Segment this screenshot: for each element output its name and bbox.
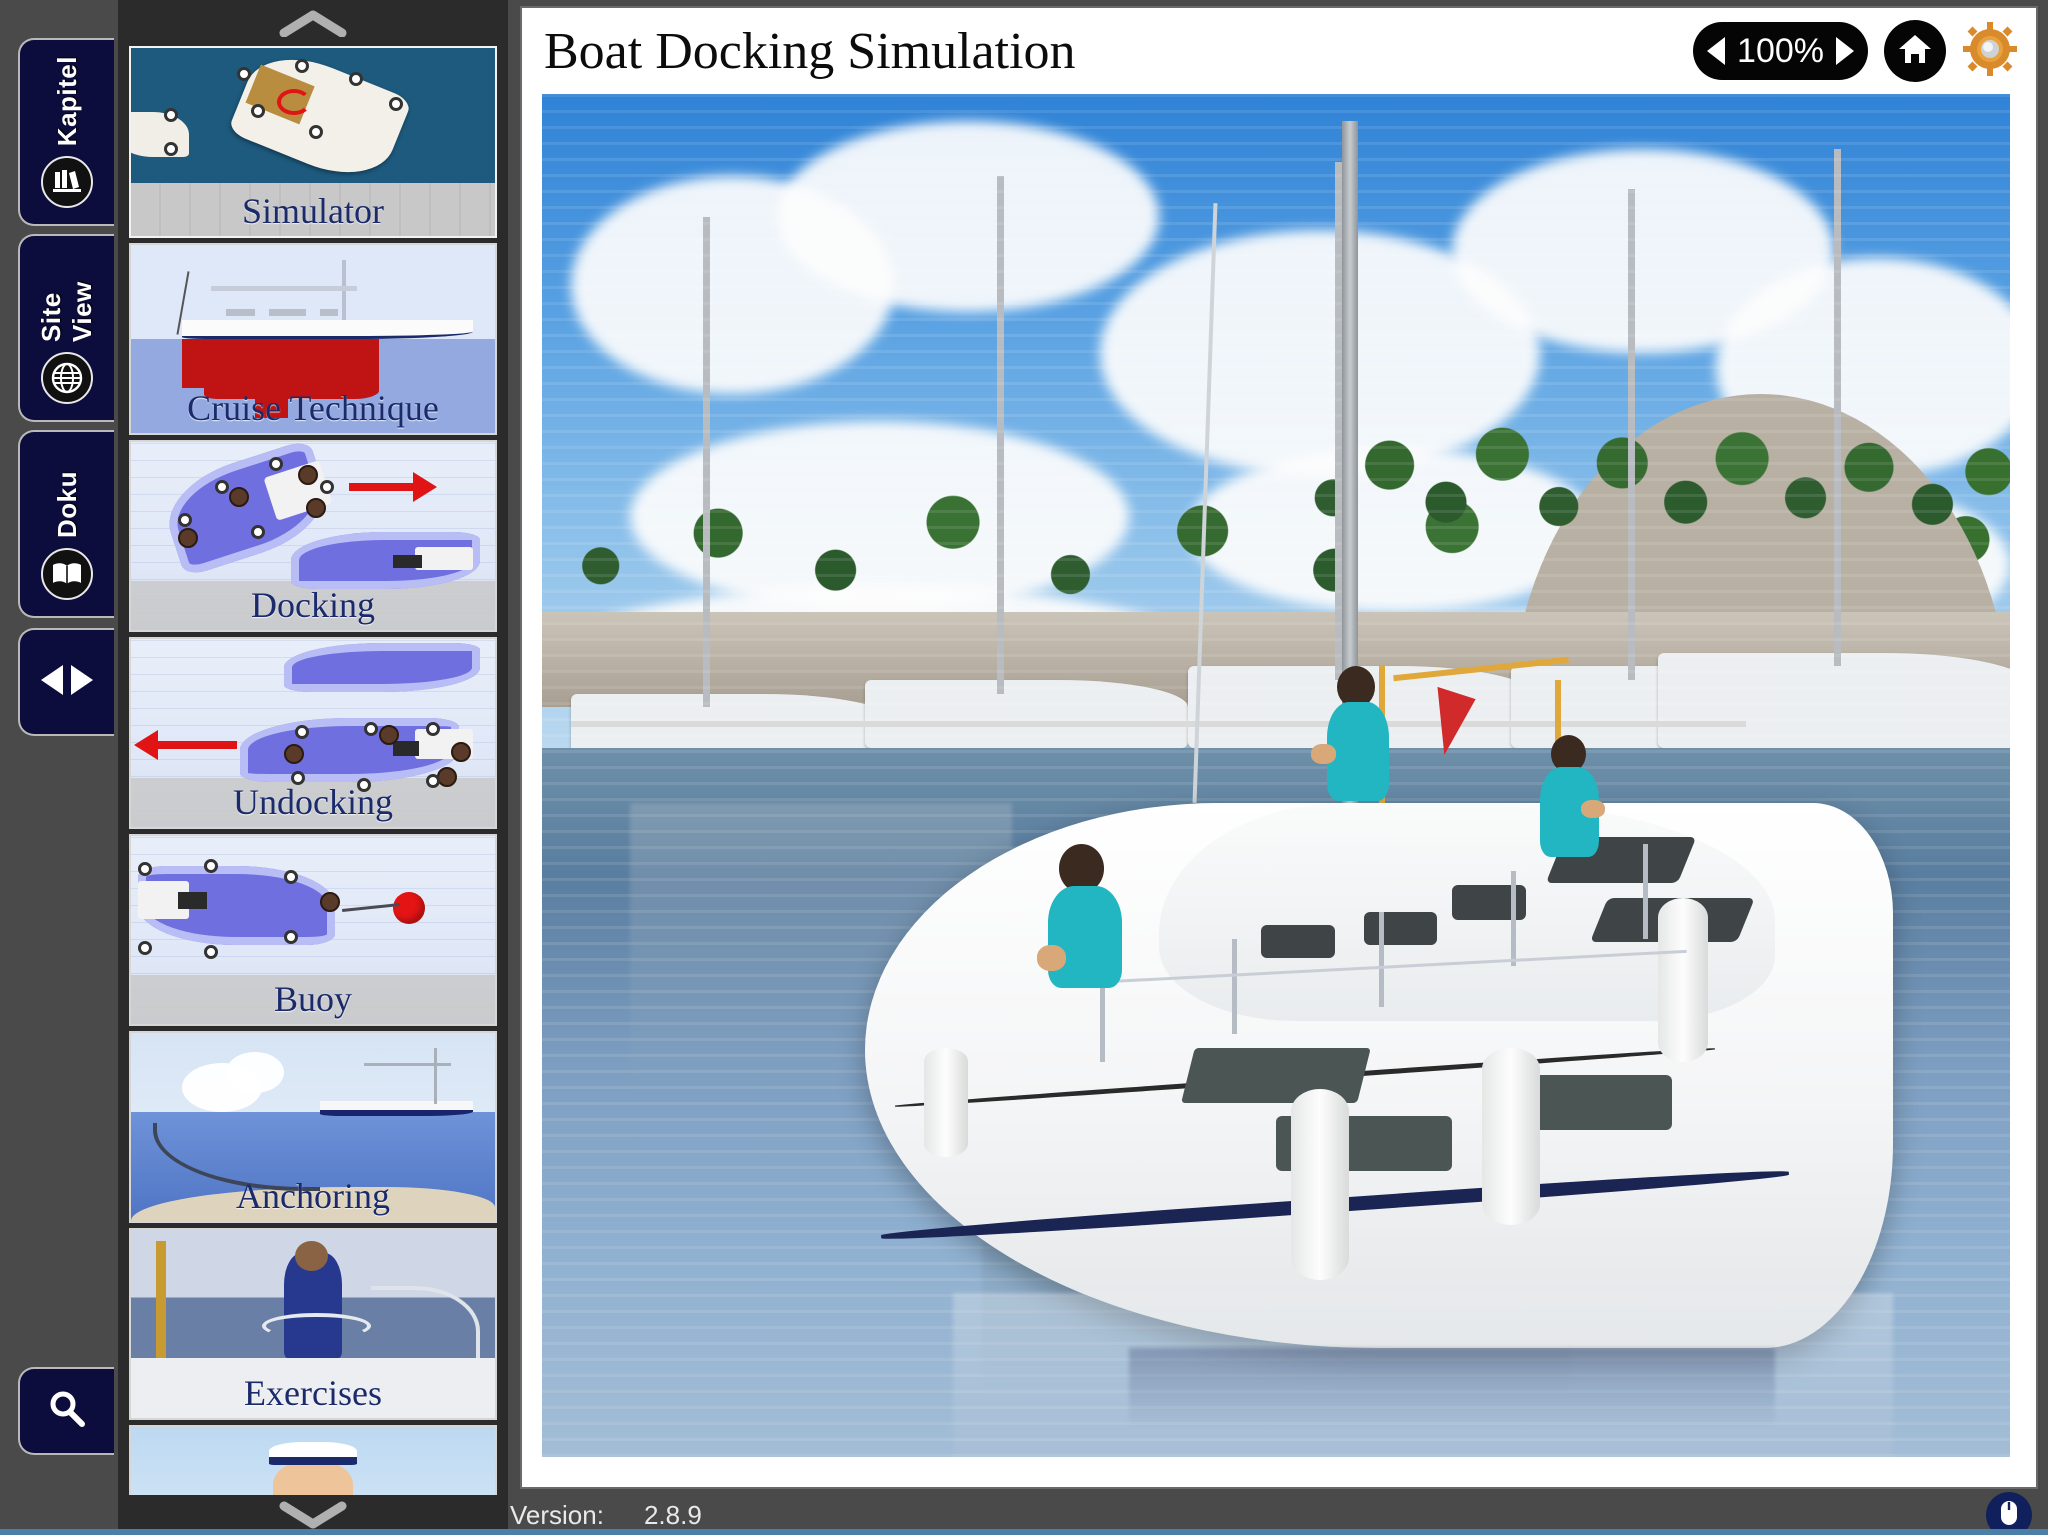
book-icon (41, 548, 93, 600)
list-item[interactable]: Buoy (129, 834, 497, 1026)
taskbar-strip (0, 1529, 2048, 1535)
content-pane: Boat Docking Simulation 100% (508, 0, 2048, 1495)
thumbnail-art-exercises (131, 1230, 495, 1418)
thumbnail-art-cruise-technique (131, 245, 495, 433)
sidebar-tab-site-view[interactable]: Site View (18, 234, 114, 422)
sidebar-tab-doku[interactable]: Doku (18, 430, 114, 618)
version-value: 2.8.9 (643, 1499, 702, 1530)
sidebar-tab-label: Site View (36, 281, 97, 342)
list-item[interactable]: Exercises (129, 1228, 497, 1420)
zoom-control[interactable]: 100% (1693, 22, 1868, 80)
content-card: Boat Docking Simulation 100% (520, 6, 2038, 1489)
home-button[interactable] (1884, 20, 1946, 82)
sidebar-tab-label: Kapitel (51, 55, 82, 146)
zoom-level-value: 100% (1737, 31, 1824, 70)
list-item[interactable]: Docking (129, 440, 497, 632)
thumbnail-art-buoy (131, 836, 495, 1024)
gear-icon (1962, 21, 2018, 82)
thumbnail-art-anchoring (131, 1033, 495, 1221)
list-item[interactable]: Undocking (129, 637, 497, 829)
crew-member-helm (1311, 666, 1390, 816)
content-header: Boat Docking Simulation 100% (522, 8, 2036, 94)
marina-scene (542, 94, 2010, 1457)
mouse-icon (1998, 1498, 2020, 1533)
left-right-arrows-icon (35, 663, 99, 702)
simulation-viewport[interactable] (542, 94, 2010, 1457)
header-tools: 100% (1693, 20, 2018, 82)
scroll-up-chevron[interactable] (118, 0, 508, 46)
library-icon (41, 156, 93, 208)
left-rail: Kapitel Site View Doku (0, 0, 118, 1495)
sidebar-tab-kapitel[interactable]: Kapitel (18, 38, 114, 226)
version-info: Version: 2.8.9 (510, 1500, 702, 1531)
status-bar: Version: 2.8.9 (0, 1492, 2048, 1535)
sidebar-tab-label: Doku (51, 471, 82, 538)
crew-member-bow (1036, 843, 1122, 1008)
thumbnail-art-undocking (131, 639, 495, 827)
thumbnail-scroll-area[interactable]: Simulator Cruise Technique Docking Undoc… (118, 46, 508, 1495)
thumbnail-art-simulator (131, 48, 495, 236)
list-item[interactable]: Simulator (129, 46, 497, 238)
thumbnail-art-about (131, 1427, 495, 1495)
application-window: Kapitel Site View Doku Simulator Cruise … (0, 0, 2048, 1535)
chapter-thumbnail-list: Simulator Cruise Technique Docking Undoc… (118, 0, 508, 1495)
list-item[interactable]: About (129, 1425, 497, 1495)
page-title: Boat Docking Simulation (544, 22, 1076, 80)
search-icon (46, 1388, 88, 1435)
globe-icon (41, 352, 93, 404)
settings-button[interactable] (1962, 21, 2018, 82)
list-item[interactable]: Anchoring (129, 1031, 497, 1223)
search-button[interactable] (18, 1367, 114, 1455)
thumbnail-art-docking (131, 442, 495, 630)
zoom-in-arrow[interactable] (1836, 37, 1854, 65)
zoom-out-arrow[interactable] (1707, 37, 1726, 65)
version-label: Version: (510, 1499, 604, 1530)
prev-next-arrows[interactable] (18, 628, 114, 736)
main-body: Kapitel Site View Doku Simulator Cruise … (0, 0, 2048, 1495)
crew-member-stern (1540, 734, 1605, 871)
home-icon (1897, 32, 1933, 71)
list-item[interactable]: Cruise Technique (129, 243, 497, 435)
